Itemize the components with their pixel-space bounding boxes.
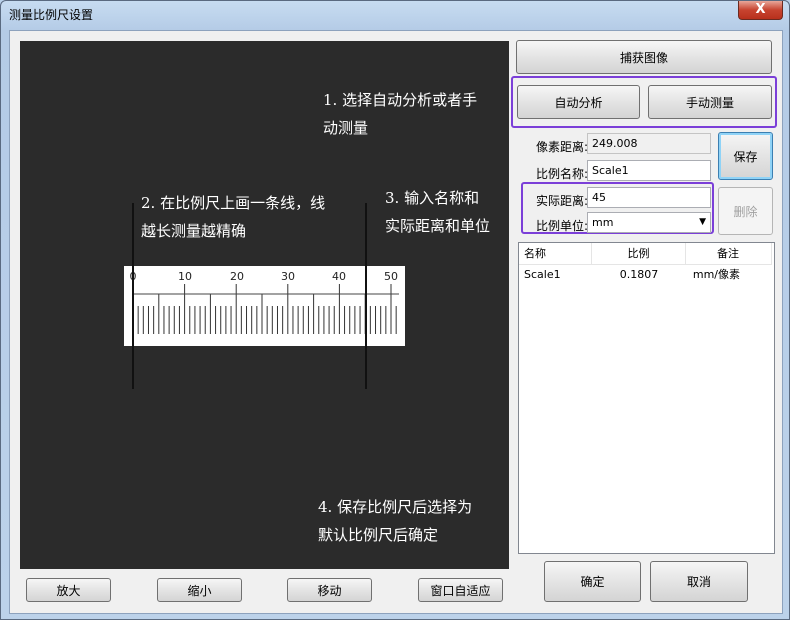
cell-name: Scale1 [524,268,561,281]
window-title: 测量比例尺设置 [9,8,94,22]
scale-unit-select[interactable]: mm ▼ [587,212,711,233]
ruler-ticks-graphic: 0 10 20 30 40 50 [130,270,399,334]
ruler-label-30: 30 [281,270,295,283]
fit-window-button[interactable]: 窗口自适应 [418,578,503,602]
chevron-down-icon: ▼ [699,217,706,227]
auto-analyze-button[interactable]: 自动分析 [517,85,640,119]
zoom-out-button[interactable]: 缩小 [157,578,242,602]
ruler-label-10: 10 [178,270,192,283]
ruler-label-40: 40 [332,270,346,283]
manual-measure-button[interactable]: 手动测量 [648,85,772,119]
capture-image-button[interactable]: 捕获图像 [516,40,772,74]
scale-unit-label: 比例单位: [536,219,589,233]
zoom-in-button[interactable]: 放大 [26,578,111,602]
cancel-button[interactable]: 取消 [650,561,748,602]
actual-distance-field[interactable]: 45 [587,187,711,208]
dialog-client-area: 1. 选择自动分析或者手 动测量 2. 在比例尺上画一条线，线 越长测量越精确 … [9,30,783,614]
column-header-note[interactable]: 备注 [686,243,772,265]
pixel-distance-label: 像素距离: [536,140,589,154]
scale-name-field[interactable]: Scale1 [587,160,711,181]
ruler-image: 0 10 20 30 40 50 [124,266,405,346]
ok-button[interactable]: 确定 [544,561,641,602]
scale-unit-value: mm [592,216,614,229]
instruction-step-3: 3. 输入名称和 实际距离和单位 [385,189,491,235]
actual-distance-label: 实际距离: [536,194,589,208]
save-button[interactable]: 保存 [718,132,773,180]
move-button[interactable]: 移动 [287,578,372,602]
image-canvas[interactable]: 1. 选择自动分析或者手 动测量 2. 在比例尺上画一条线，线 越长测量越精确 … [20,41,509,569]
cell-ratio: 0.1807 [619,268,659,281]
close-button[interactable]: X [738,1,783,20]
scale-list-table[interactable]: 名称 比例 备注 Scale1 0.1807 mm/像素 [518,242,775,554]
measure-line-left[interactable] [132,203,134,389]
cell-note: mm/像素 [692,268,740,281]
instruction-step-4: 4. 保存比例尺后选择为 默认比例尺后确定 [318,498,473,544]
instruction-step-1: 1. 选择自动分析或者手 动测量 [323,91,478,137]
delete-button[interactable]: 删除 [718,187,773,235]
pixel-distance-field: 249.008 [587,133,711,154]
scale-name-label: 比例名称: [536,167,589,181]
ruler-label-50: 50 [384,270,398,283]
dialog-window: 测量比例尺设置 X 1. 选择自动分析或者手 动测量 2. 在比例尺上画一条线，… [0,0,790,620]
measure-line-right[interactable] [365,203,367,389]
column-header-name[interactable]: 名称 [519,243,592,265]
column-header-ratio[interactable]: 比例 [592,243,686,265]
instruction-step-2: 2. 在比例尺上画一条线，线 越长测量越精确 [141,194,326,240]
ruler-label-20: 20 [230,270,244,283]
